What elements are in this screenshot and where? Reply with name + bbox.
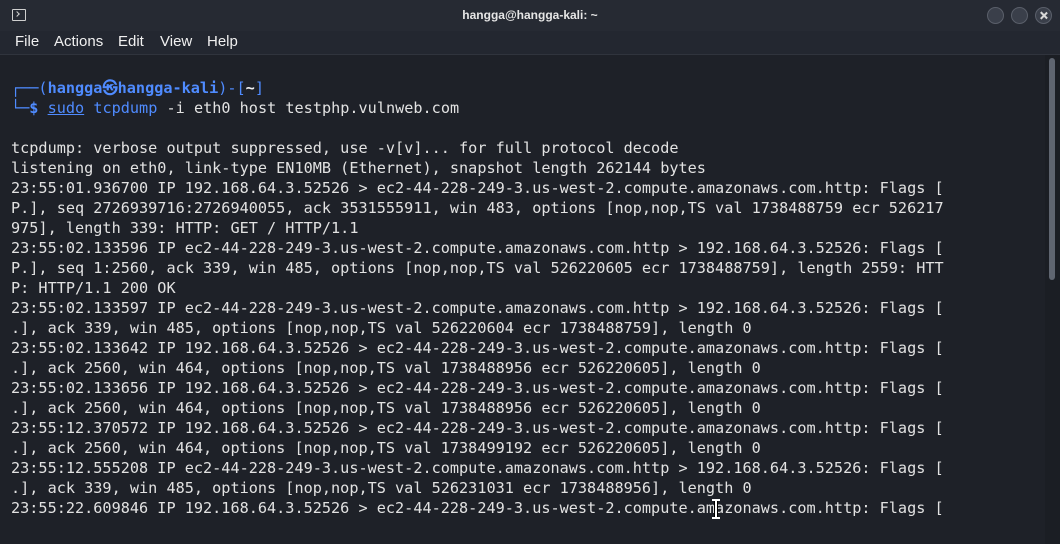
menu-view[interactable]: View (160, 33, 192, 50)
prompt-skull-icon: ㉿ (102, 79, 118, 97)
prompt-corner-top: ┌──( (11, 79, 48, 97)
output-line: 23:55:12.555208 IP ec2-44-228-249-3.us-w… (11, 459, 944, 477)
output-line: P.], seq 1:2560, ack 339, win 485, optio… (11, 259, 944, 277)
menu-file[interactable]: File (15, 33, 39, 50)
output-line: tcpdump: verbose output suppressed, use … (11, 139, 679, 157)
menu-actions[interactable]: Actions (54, 33, 103, 50)
output-line: .], ack 2560, win 464, options [nop,nop,… (11, 439, 761, 457)
menu-bar: File Actions Edit View Help (0, 31, 1060, 55)
minimize-button[interactable] (987, 7, 1004, 24)
prompt-corner-bottom: └─ (11, 99, 30, 117)
output-line: 975], length 339: HTTP: GET / HTTP/1.1 (11, 219, 359, 237)
output-line: .], ack 2560, win 464, options [nop,nop,… (11, 359, 761, 377)
output-line: 23:55:12.370572 IP 192.168.64.3.52526 > … (11, 419, 944, 437)
title-bar[interactable]: hangga@hangga-kali: ~ (0, 0, 1060, 31)
output-line: 23:55:01.936700 IP 192.168.64.3.52526 > … (11, 179, 944, 197)
output-line: .], ack 339, win 485, options [nop,nop,T… (11, 319, 752, 337)
menu-edit[interactable]: Edit (118, 33, 144, 50)
prompt-line-1: ┌──(hangga㉿hangga-kali)-[~] (11, 78, 264, 98)
maximize-button[interactable] (1011, 7, 1028, 24)
prompt-close-paren: )-[ (218, 79, 246, 97)
output-line: 23:55:02.133596 IP ec2-44-228-249-3.us-w… (11, 239, 944, 257)
scrollbar-thumb[interactable] (1049, 58, 1055, 280)
vertical-scrollbar[interactable] (1045, 55, 1060, 544)
close-button[interactable] (1035, 7, 1052, 24)
command-name: tcpdump (93, 99, 158, 117)
prompt-user: hangga (47, 79, 103, 97)
output-line: P.], seq 2726939716:2726940055, ack 3531… (11, 199, 944, 217)
output-line: .], ack 339, win 485, options [nop,nop,T… (11, 479, 752, 497)
window-title: hangga@hangga-kali: ~ (462, 8, 598, 22)
prompt-cwd: ~ (245, 79, 255, 97)
prompt-host: hangga-kali (117, 79, 219, 97)
command-sudo: sudo (47, 99, 85, 117)
output-line: 23:55:02.133597 IP ec2-44-228-249-3.us-w… (11, 299, 944, 317)
output-line: 23:55:02.133656 IP 192.168.64.3.52526 > … (11, 379, 944, 397)
prompt-line-2: └─$ sudo tcpdump -i eth0 host testphp.vu… (11, 98, 459, 118)
output-line: 23:55:02.133642 IP 192.168.64.3.52526 > … (11, 339, 944, 357)
terminal-output-area[interactable]: ┌──(hangga㉿hangga-kali)-[~] └─$ sudo tcp… (0, 55, 1045, 544)
mouse-ibeam-cursor-icon (711, 498, 721, 520)
menu-help[interactable]: Help (207, 33, 238, 50)
command-args: -i eth0 host testphp.vulnweb.com (166, 99, 460, 117)
output-line: listening on eth0, link-type EN10MB (Eth… (11, 159, 706, 177)
output-line: .], ack 2560, win 464, options [nop,nop,… (11, 399, 761, 417)
prompt-close-bracket: ] (254, 79, 264, 97)
terminal-window: hangga@hangga-kali: ~ File Actions Edit … (0, 0, 1060, 544)
output-line: 23:55:22.609846 IP 192.168.64.3.52526 > … (11, 499, 944, 517)
output-line: P: HTTP/1.1 200 OK (11, 279, 176, 297)
